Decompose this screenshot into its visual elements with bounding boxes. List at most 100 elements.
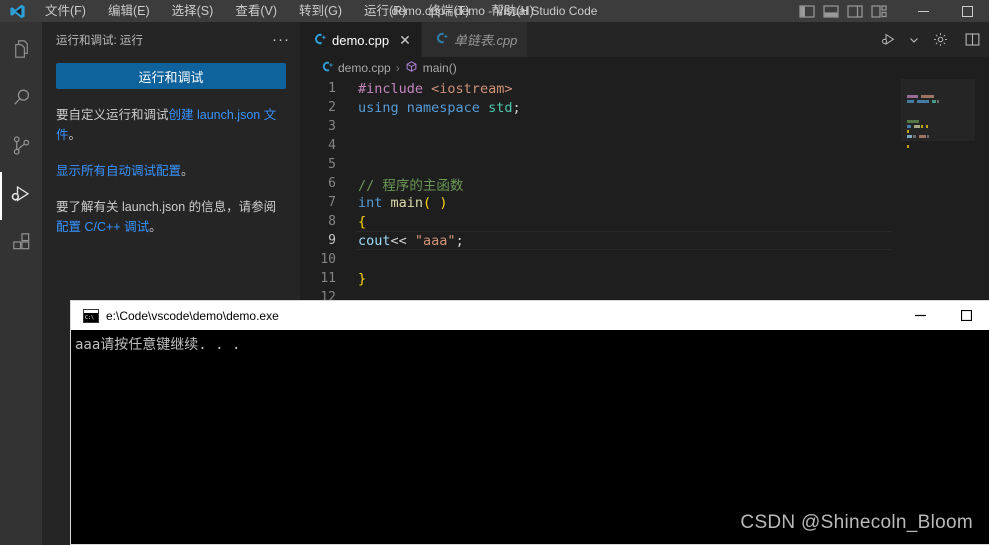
activitybar-item-explorer[interactable] bbox=[0, 28, 42, 76]
console-minimize-button[interactable] bbox=[897, 301, 943, 330]
extensions-icon bbox=[10, 230, 33, 258]
line-number: 3 bbox=[328, 119, 336, 134]
configure-cpp-debug-link[interactable]: 配置 C/C++ 调试 bbox=[56, 220, 149, 234]
toggle-secondary-sidebar-icon[interactable] bbox=[847, 4, 863, 18]
code-line[interactable]: 7 int main( ) bbox=[300, 193, 989, 212]
code-line[interactable]: 4 bbox=[300, 136, 989, 155]
cpp-file-icon bbox=[434, 31, 448, 48]
gear-icon[interactable] bbox=[927, 27, 953, 53]
split-editor-icon[interactable] bbox=[959, 27, 985, 53]
search-icon bbox=[10, 86, 33, 114]
code-token: ; bbox=[512, 99, 521, 116]
chevron-down-icon[interactable] bbox=[907, 27, 921, 53]
menu-go[interactable]: 转到(G) bbox=[288, 0, 353, 22]
menu-edit[interactable]: 编辑(E) bbox=[97, 0, 161, 22]
code-token: << bbox=[390, 232, 407, 249]
code-line[interactable]: 8{ bbox=[300, 212, 989, 231]
customize-run-debug-text: 要自定义运行和调试创建 launch.json 文件。 bbox=[42, 105, 300, 145]
console-title: e:\Code\vscode\demo\demo.exe bbox=[106, 308, 279, 323]
method-cube-icon bbox=[405, 60, 418, 76]
activitybar-item-extensions[interactable] bbox=[0, 220, 42, 268]
line-number: 1 bbox=[328, 81, 336, 96]
code-token: namespace bbox=[406, 99, 480, 116]
code-line[interactable]: 6 // 程序的主函数 bbox=[300, 174, 989, 194]
minimap-line bbox=[907, 135, 939, 138]
code-token: ( bbox=[423, 194, 432, 211]
show-all-debug-configs-text: 显示所有自动调试配置。 bbox=[42, 161, 300, 181]
code-line[interactable]: 5 bbox=[300, 155, 989, 174]
menu-run[interactable]: 运行(R) bbox=[353, 0, 417, 22]
menu-selection[interactable]: 选择(S) bbox=[161, 0, 225, 22]
editor-tab-bar: demo.cpp ✕ 单链表.cpp bbox=[300, 22, 989, 57]
close-icon[interactable]: ✕ bbox=[399, 33, 411, 47]
toggle-primary-sidebar-icon[interactable] bbox=[799, 4, 815, 18]
line-number: 4 bbox=[328, 138, 336, 153]
menu-view[interactable]: 查看(V) bbox=[224, 0, 288, 22]
window-minimize-button[interactable] bbox=[901, 0, 945, 22]
run-and-debug-icon bbox=[9, 182, 33, 211]
cpp-file-icon bbox=[312, 32, 326, 49]
sidebar-header: 运行和调试: 运行 ··· bbox=[42, 22, 300, 57]
activitybar-item-search[interactable] bbox=[0, 76, 42, 124]
menu-terminal[interactable]: 终端(T) bbox=[417, 0, 480, 22]
breadcrumb-symbol[interactable]: main() bbox=[423, 61, 457, 75]
run-and-debug-button[interactable]: 运行和调试 bbox=[56, 63, 286, 89]
minimap-line bbox=[907, 100, 940, 103]
code-line[interactable]: 9 cout<< "aaa"; bbox=[300, 231, 989, 250]
code-token: <iostream> bbox=[431, 80, 513, 97]
console-maximize-button[interactable] bbox=[943, 301, 989, 330]
code-token: // 程序的主函数 bbox=[358, 177, 464, 194]
code-lines: 1 #include <iostream> 2 using namespace std… bbox=[300, 79, 989, 307]
toggle-panel-icon[interactable] bbox=[823, 4, 839, 18]
breadcrumb-file[interactable]: demo.cpp bbox=[338, 61, 391, 75]
sidebar-title: 运行和调试: 运行 bbox=[56, 34, 143, 47]
minimap-line bbox=[907, 125, 939, 128]
title-bar: 文件(F) 编辑(E) 选择(S) 查看(V) 转到(G) 运行(R) 终端(T… bbox=[0, 0, 989, 22]
customize-layout-icon[interactable] bbox=[871, 4, 887, 18]
tab-label: 单链表.cpp bbox=[453, 33, 518, 48]
launch-info-suffix: 。 bbox=[149, 220, 162, 234]
minimap-line bbox=[907, 115, 939, 118]
tab-demo-cpp[interactable]: demo.cpp ✕ bbox=[300, 22, 422, 57]
console-output: aaa请按任意键继续. . . bbox=[75, 337, 241, 353]
code-line[interactable]: 1 #include <iostream> bbox=[300, 79, 989, 98]
code-line[interactable]: 2 using namespace std; bbox=[300, 98, 989, 117]
minimap-line bbox=[907, 105, 939, 108]
breadcrumb: demo.cpp › main() bbox=[300, 57, 989, 79]
cpp-file-icon bbox=[320, 60, 333, 76]
minimap-line bbox=[907, 110, 939, 113]
customize-text-prefix: 要自定义运行和调试 bbox=[56, 108, 169, 122]
tab-linked-list-cpp[interactable]: 单链表.cpp bbox=[421, 22, 529, 57]
code-token: ; bbox=[455, 232, 464, 249]
watermark: CSDN @Shinecoln_Bloom bbox=[740, 512, 973, 533]
line-content: // 程序的主函数 bbox=[346, 174, 463, 194]
launch-json-info-text: 要了解有关 launch.json 的信息，请参阅 配置 C/C++ 调试。 bbox=[42, 197, 300, 237]
line-content: #include <iostream> bbox=[346, 81, 512, 97]
menu-help[interactable]: 帮助(H) bbox=[480, 0, 544, 22]
activitybar-item-source-control[interactable] bbox=[0, 124, 42, 172]
activitybar-item-run-and-debug[interactable] bbox=[0, 172, 42, 220]
code-line[interactable]: 10 bbox=[300, 250, 989, 269]
menu-file[interactable]: 文件(F) bbox=[34, 0, 97, 22]
launch-info-prefix: 要了解有关 launch.json 的信息，请参阅 bbox=[56, 200, 277, 214]
line-number: 9 bbox=[328, 233, 336, 248]
code-line[interactable]: 3 bbox=[300, 117, 989, 136]
console-window[interactable]: C:\ e:\Code\vscode\demo\demo.exe aaa请按任意… bbox=[70, 300, 989, 545]
line-number: 2 bbox=[328, 100, 336, 115]
sidebar-more-actions-button[interactable]: ··· bbox=[272, 32, 290, 47]
customize-text-suffix: 。 bbox=[68, 128, 82, 142]
vscode-window: 文件(F) 编辑(E) 选择(S) 查看(V) 转到(G) 运行(R) 终端(T… bbox=[0, 0, 989, 545]
line-content: } bbox=[346, 271, 366, 287]
run-debug-icon[interactable] bbox=[875, 27, 901, 53]
code-token: std bbox=[488, 99, 513, 116]
cmd-icon-text: C:\ bbox=[85, 314, 95, 321]
line-number: 5 bbox=[328, 157, 336, 172]
code-token: "aaa" bbox=[414, 232, 456, 249]
code-line[interactable]: 11} bbox=[300, 269, 989, 288]
show-all-debug-configs-link[interactable]: 显示所有自动调试配置 bbox=[56, 164, 181, 178]
window-maximize-button[interactable] bbox=[945, 0, 989, 22]
line-number: 7 bbox=[328, 195, 336, 210]
